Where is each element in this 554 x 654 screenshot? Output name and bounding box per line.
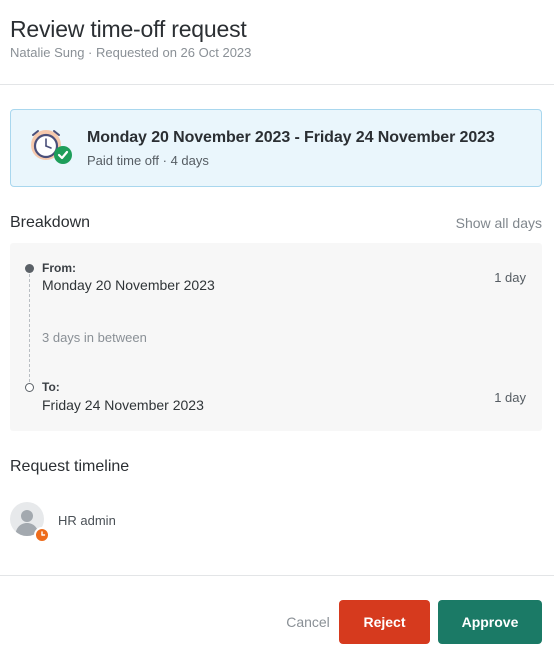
footer-divider xyxy=(0,575,554,576)
show-all-days-link[interactable]: Show all days xyxy=(456,215,542,231)
clock-approved-icon xyxy=(28,126,74,168)
start-dot-icon xyxy=(25,264,34,273)
request-timeline-title: Request timeline xyxy=(10,458,130,475)
timeline-connector xyxy=(29,274,30,382)
end-dot-icon xyxy=(25,383,34,392)
from-date: Monday 20 November 2023 xyxy=(42,277,215,293)
to-label: To: xyxy=(42,380,60,394)
approve-button[interactable]: Approve xyxy=(438,600,542,644)
to-days: 1 day xyxy=(494,390,526,405)
request-subtitle: Natalie Sung · Requested on 26 Oct 2023 xyxy=(10,45,252,60)
request-date-range: Monday 20 November 2023 - Friday 24 Nove… xyxy=(87,129,495,146)
breakdown-title: Breakdown xyxy=(10,214,91,231)
request-type-duration: Paid time off · 4 days xyxy=(87,153,209,168)
reject-button[interactable]: Reject xyxy=(339,600,430,644)
page-title: Review time-off request xyxy=(10,16,247,42)
timeline-entry-name: HR admin xyxy=(58,513,116,528)
to-date: Friday 24 November 2023 xyxy=(42,397,204,413)
timeline-entry: HR admin xyxy=(10,502,210,543)
days-in-between: 3 days in between xyxy=(42,330,147,345)
header-divider xyxy=(0,84,554,85)
from-days: 1 day xyxy=(494,270,526,285)
breakdown-panel: From: Monday 20 November 2023 1 day 3 da… xyxy=(10,243,542,431)
dialog-header: Review time-off request Natalie Sung · R… xyxy=(10,14,544,61)
cancel-button[interactable]: Cancel xyxy=(278,600,338,644)
pending-clock-icon xyxy=(34,527,50,543)
from-label: From: xyxy=(42,261,76,275)
request-summary-card: Monday 20 November 2023 - Friday 24 Nove… xyxy=(10,109,542,187)
